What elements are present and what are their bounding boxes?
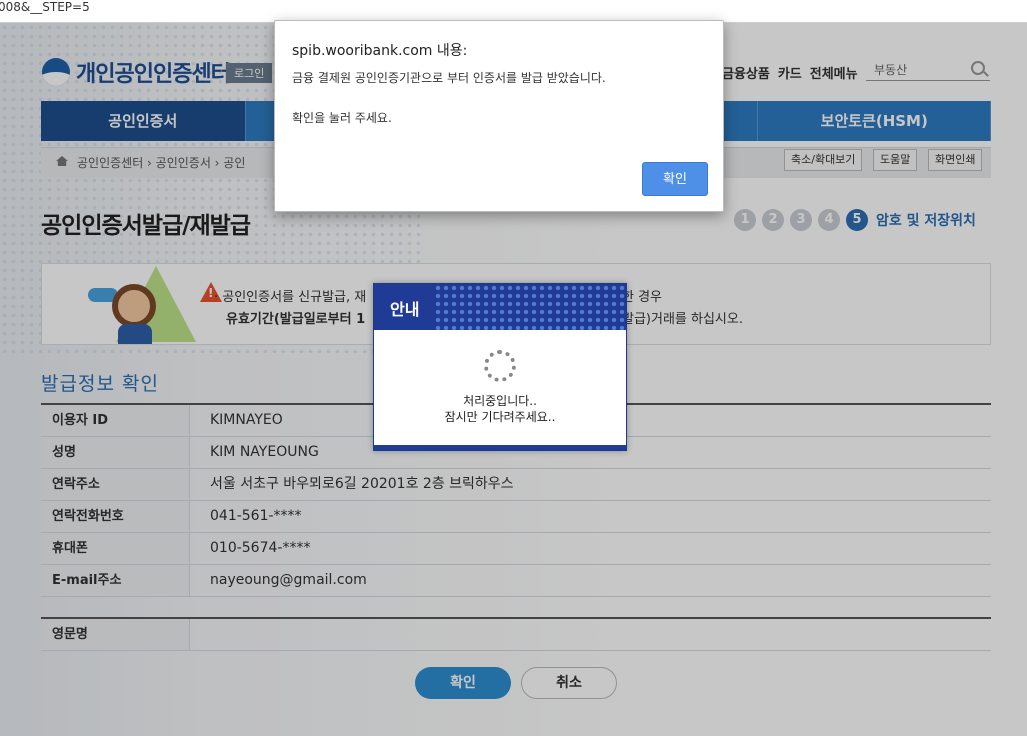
alert-origin: spib.wooribank.com 내용: bbox=[292, 43, 468, 59]
loading-line1: 처리중입니다.. bbox=[463, 394, 537, 408]
url-text: 008&__STEP=5 bbox=[0, 0, 90, 14]
browser-alert-dialog: spib.wooribank.com 내용: 금융 결제원 공인인증기관으로 부… bbox=[274, 20, 724, 212]
loading-modal: 안내 처리중입니다.. 잠시만 기다려주세요.. bbox=[373, 283, 627, 451]
spinner-icon bbox=[484, 350, 516, 382]
alert-instruction: 확인을 눌러 주세요. bbox=[292, 111, 392, 125]
loading-line2: 잠시만 기다려주세요.. bbox=[444, 410, 556, 424]
alert-message: 금융 결제원 공인인증기관으로 부터 인증서를 발급 받았습니다. bbox=[292, 71, 606, 85]
alert-ok-button[interactable]: 확인 bbox=[642, 162, 708, 196]
loading-modal-header: 안내 bbox=[374, 284, 626, 330]
loading-modal-title: 안내 bbox=[390, 300, 420, 319]
